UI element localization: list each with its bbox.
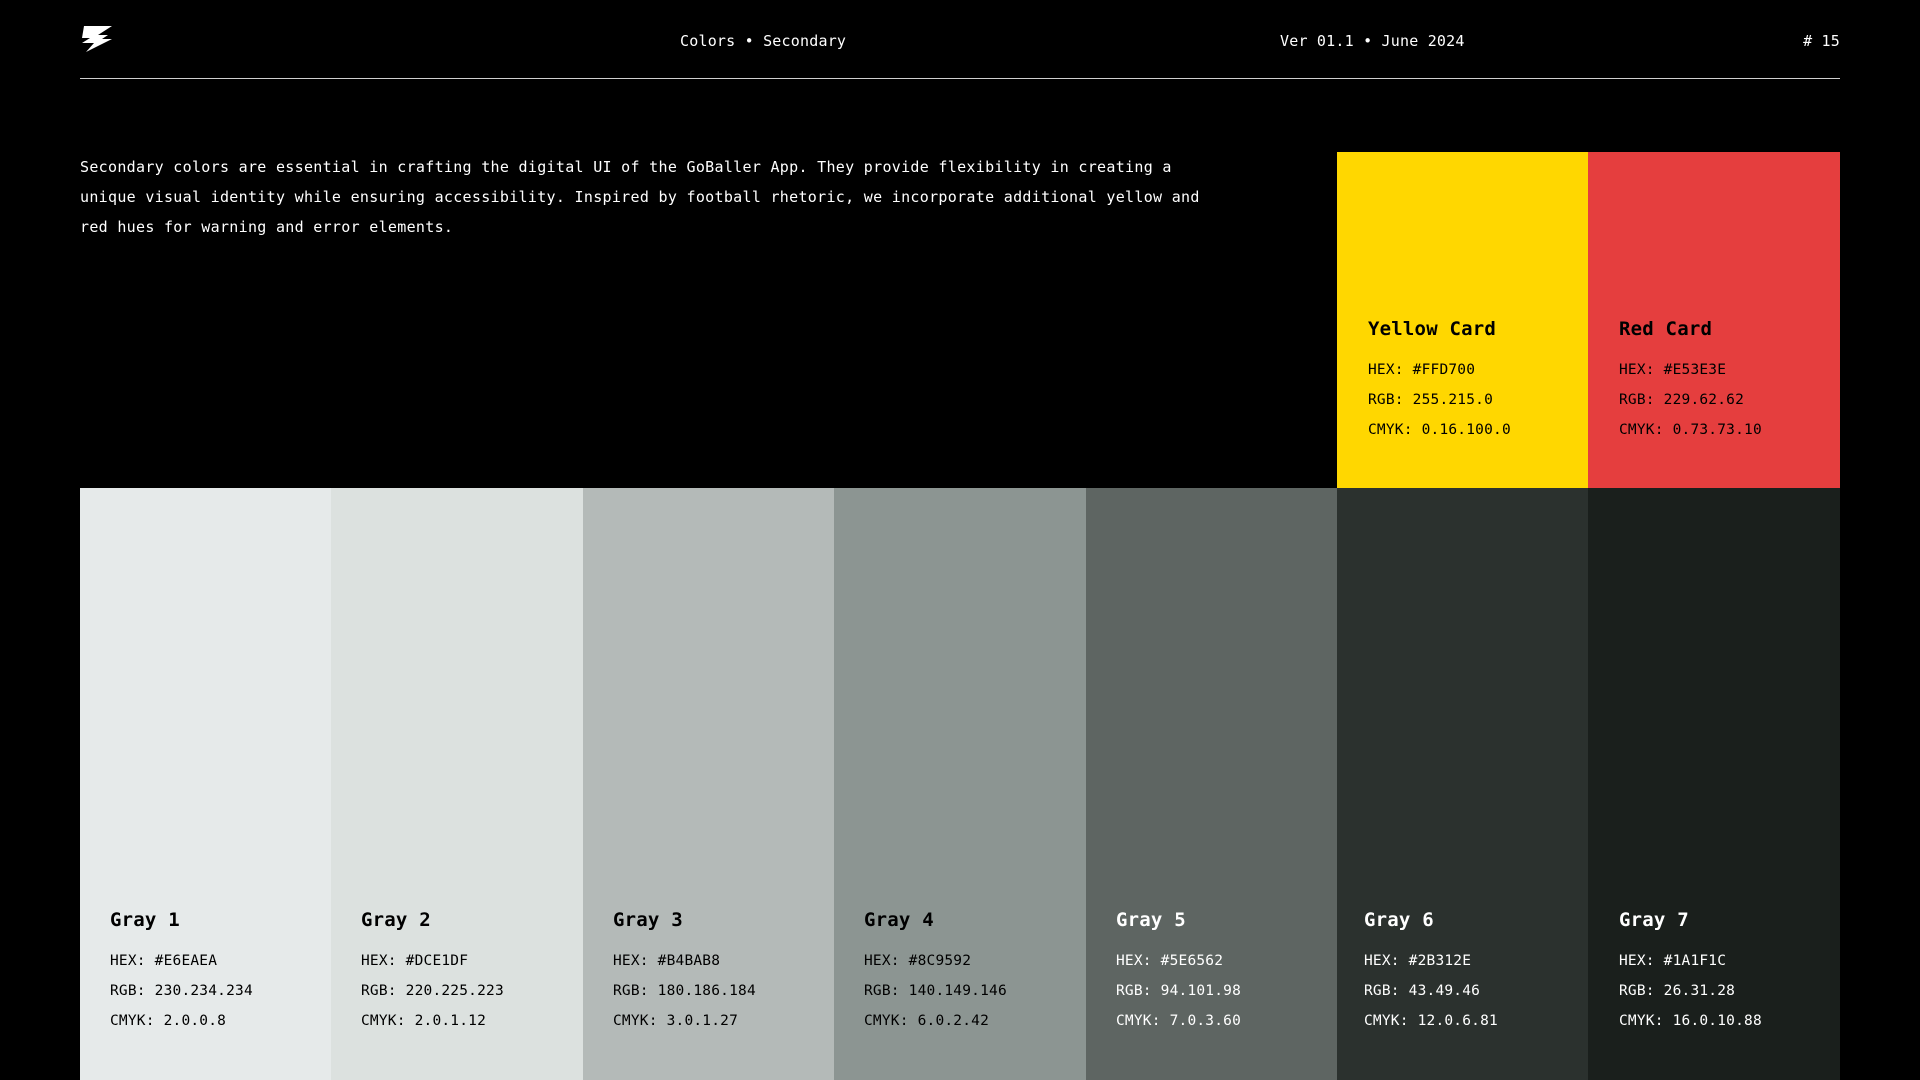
version-label: Ver 01.1 • June 2024 [1280,32,1465,50]
swatch-name: Gray 1 [110,909,180,931]
swatch-rgb: RGB: 43.49.46 [1364,983,1481,999]
swatch-yellow-card: Yellow Card HEX: #FFD700 RGB: 255.215.0 … [1337,152,1588,488]
swatch-hex: HEX: #E6EAEA [110,953,218,969]
section-title: Colors • Secondary [680,32,847,50]
swatch-name: Yellow Card [1368,318,1497,340]
swatch-name: Gray 6 [1364,909,1434,931]
swatch-cmyk: CMYK: 3.0.1.27 [613,1013,739,1029]
swatch-rgb: RGB: 94.101.98 [1116,983,1242,999]
swatch-hex: HEX: #5E6562 [1116,953,1224,969]
swatch-rgb: RGB: 229.62.62 [1619,392,1745,408]
swatch-name: Gray 3 [613,909,683,931]
goballer-logo-icon [82,26,112,52]
swatch-gray-2: Gray 2 HEX: #DCE1DF RGB: 220.225.223 CMY… [331,488,583,1080]
swatch-hex: HEX: #FFD700 [1368,362,1476,378]
swatch-cmyk: CMYK: 2.0.0.8 [110,1013,227,1029]
intro-paragraph: Secondary colors are essential in crafti… [80,158,1200,236]
swatch-cmyk: CMYK: 7.0.3.60 [1116,1013,1242,1029]
swatch-hex: HEX: #8C9592 [864,953,972,969]
swatch-rgb: RGB: 180.186.184 [613,983,756,999]
swatch-rgb: RGB: 220.225.223 [361,983,504,999]
swatch-red-card: Red Card HEX: #E53E3E RGB: 229.62.62 CMY… [1588,152,1840,488]
swatch-name: Gray 5 [1116,909,1186,931]
swatch-rgb: RGB: 255.215.0 [1368,392,1494,408]
swatch-gray-6: Gray 6 HEX: #2B312E RGB: 43.49.46 CMYK: … [1337,488,1588,1080]
swatch-name: Red Card [1619,318,1713,340]
swatch-gray-7: Gray 7 HEX: #1A1F1C RGB: 26.31.28 CMYK: … [1588,488,1840,1080]
swatch-cmyk: CMYK: 2.0.1.12 [361,1013,487,1029]
swatch-hex: HEX: #1A1F1C [1619,953,1727,969]
swatch-gray-4: Gray 4 HEX: #8C9592 RGB: 140.149.146 CMY… [834,488,1086,1080]
swatch-gray-3: Gray 3 HEX: #B4BAB8 RGB: 180.186.184 CMY… [583,488,834,1080]
swatch-hex: HEX: #E53E3E [1619,362,1727,378]
swatch-rgb: RGB: 230.234.234 [110,983,253,999]
swatch-name: Gray 7 [1619,909,1689,931]
page-number: # 15 [1803,32,1840,50]
swatch-name: Gray 4 [864,909,934,931]
swatch-rgb: RGB: 26.31.28 [1619,983,1736,999]
swatch-cmyk: CMYK: 0.16.100.0 [1368,422,1511,438]
swatch-cmyk: CMYK: 6.0.2.42 [864,1013,990,1029]
swatch-gray-1: Gray 1 HEX: #E6EAEA RGB: 230.234.234 CMY… [80,488,331,1080]
swatch-name: Gray 2 [361,909,431,931]
swatch-rgb: RGB: 140.149.146 [864,983,1007,999]
swatch-cmyk: CMYK: 12.0.6.81 [1364,1013,1498,1029]
swatch-hex: HEX: #2B312E [1364,953,1472,969]
swatch-cmyk: CMYK: 16.0.10.88 [1619,1013,1762,1029]
page-header: Colors • Secondary Ver 01.1 • June 2024 … [80,0,1840,79]
swatch-hex: HEX: #B4BAB8 [613,953,721,969]
swatch-hex: HEX: #DCE1DF [361,953,469,969]
swatch-gray-5: Gray 5 HEX: #5E6562 RGB: 94.101.98 CMYK:… [1086,488,1337,1080]
swatch-cmyk: CMYK: 0.73.73.10 [1619,422,1762,438]
